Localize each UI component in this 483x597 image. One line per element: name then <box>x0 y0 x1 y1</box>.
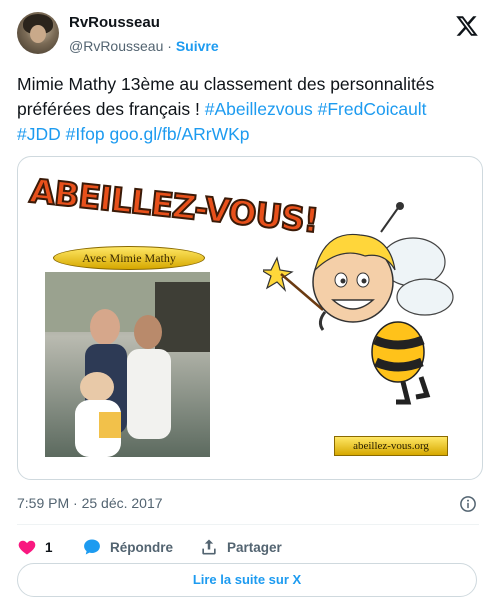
heart-icon[interactable] <box>17 537 37 557</box>
avatar-face <box>30 25 46 43</box>
share-icon[interactable] <box>199 537 219 557</box>
hashtag-jdd[interactable]: #JDD <box>17 124 61 144</box>
share-action[interactable]: Partager <box>199 537 282 557</box>
like-action[interactable]: 1 <box>17 537 53 557</box>
reply-bubble-icon[interactable] <box>82 537 102 557</box>
info-icon[interactable] <box>459 495 477 513</box>
tweet-card: RvRousseau @RvRousseau · Suivre Mimie Ma… <box>0 0 483 597</box>
tweet-media[interactable]: ABEILLEZ-VOUS! Avec Mimie Mathy abeillez… <box>17 156 483 480</box>
reply-action[interactable]: Répondre <box>82 537 173 557</box>
media-photo <box>45 272 210 457</box>
media-website-label: abeillez-vous.org <box>334 436 448 456</box>
bee-cartoon-illustration <box>263 202 454 405</box>
author-handle[interactable]: @RvRousseau <box>69 38 163 54</box>
x-logo-icon[interactable] <box>455 14 479 38</box>
reply-label: Répondre <box>110 539 174 555</box>
author-name[interactable]: RvRousseau <box>69 14 160 31</box>
media-caption: Avec Mimie Mathy <box>53 246 205 270</box>
hashtag-abeillezvous[interactable]: #Abeillezvous <box>205 99 313 119</box>
handle-separator: · <box>167 38 172 54</box>
photo-people-illustration <box>45 272 210 457</box>
hashtag-fredcoicault[interactable]: #FredCoicault <box>318 99 427 119</box>
author-handle-line: @RvRousseau · Suivre <box>69 38 219 54</box>
tweet-text: Mimie Mathy 13ème au classement des pers… <box>17 72 475 147</box>
divider <box>17 524 479 525</box>
read-more-button[interactable]: Lire la suite sur X <box>17 563 477 597</box>
tweet-timestamp[interactable]: 7:59 PM · 25 déc. 2017 <box>17 495 163 511</box>
tweet-link[interactable]: goo.gl/fb/ARrWKp <box>109 124 249 144</box>
like-count: 1 <box>45 539 53 555</box>
share-label: Partager <box>227 539 282 555</box>
follow-button[interactable]: Suivre <box>176 38 219 54</box>
hashtag-ifop[interactable]: #Ifop <box>66 124 105 144</box>
avatar[interactable] <box>17 12 59 54</box>
